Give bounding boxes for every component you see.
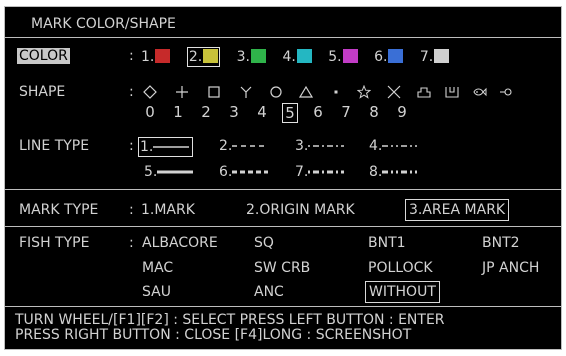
line-sample-solid-thick [157, 170, 194, 174]
shape-number[interactable]: 2 [198, 103, 214, 121]
fish-option[interactable]: SQ [254, 234, 274, 252]
color-swatch-3 [250, 49, 266, 63]
line-sample-dashed-thick [232, 170, 269, 174]
shape-sep: : [129, 84, 134, 100]
triangle-icon[interactable] [299, 85, 313, 99]
color-option-4[interactable]: 4. [282, 48, 312, 66]
fish-option[interactable]: ANC [254, 283, 284, 301]
line-type-option-5[interactable]: 5. [144, 163, 194, 181]
house-icon[interactable] [417, 85, 431, 99]
fish-option[interactable]: ALBACORE [142, 234, 218, 252]
color-option-1[interactable]: 1. [141, 48, 171, 66]
fish-option-selected[interactable]: WITHOUT [365, 281, 440, 303]
color-option-7[interactable]: 7. [420, 48, 450, 66]
star-icon[interactable] [357, 85, 371, 99]
dialog-title: MARK COLOR/SHAPE [31, 16, 176, 32]
fish-option[interactable]: SW CRB [254, 259, 310, 277]
line-sample-dash-dot [308, 145, 345, 147]
line-type-label: LINE TYPE [19, 138, 90, 154]
diamond-icon[interactable] [143, 85, 157, 99]
fish-option[interactable]: JP ANCH [482, 259, 539, 277]
footer-help-line-2: PRESS RIGHT BUTTON : CLOSE [F4]LONG : SC… [15, 327, 412, 343]
y-shape-icon[interactable] [239, 85, 253, 99]
color-swatch-4 [296, 49, 312, 63]
fish-option[interactable]: POLLOCK [368, 259, 433, 277]
mark-type-option-3-selected[interactable]: 3.AREA MARK [405, 199, 510, 221]
shape-number[interactable]: 0 [142, 103, 158, 121]
mark-type-label: MARK TYPE [19, 202, 99, 218]
color-options: 1. 2. 3. 4. 5. 6. 7. [141, 47, 461, 67]
line-sample-dash-dot-dot-thick [382, 170, 419, 174]
shape-numbers: 0 1 2 3 4 5 6 7 8 9 [142, 103, 442, 123]
fish-type-sep: : [129, 235, 134, 251]
color-swatch-5 [342, 49, 358, 63]
fish-type-label: FISH TYPE [19, 235, 90, 251]
color-label: COLOR [17, 48, 70, 64]
shape-label: SHAPE [19, 84, 66, 100]
fish-option[interactable]: MAC [142, 259, 173, 277]
line-type-option-7[interactable]: 7. [295, 163, 345, 181]
shape-number[interactable]: 6 [310, 103, 326, 121]
line-type-sep: : [129, 138, 134, 154]
shape-icons [143, 85, 543, 99]
mark-type-sep: : [129, 202, 134, 218]
circle-icon[interactable] [269, 85, 283, 99]
color-option-3[interactable]: 3. [237, 48, 266, 66]
mark-type-option-1[interactable]: 1.MARK [141, 201, 195, 219]
shape-number[interactable]: 9 [394, 103, 410, 121]
section-divider [5, 226, 561, 227]
color-swatch-7 [434, 49, 450, 63]
line-sample-dash-dot-dot [382, 145, 419, 147]
fish-option[interactable]: BNT2 [482, 234, 520, 252]
x-icon[interactable] [387, 85, 401, 99]
color-swatch-2 [203, 49, 219, 63]
small-circle-icon[interactable] [499, 85, 513, 99]
line-type-option-8[interactable]: 8. [369, 163, 419, 181]
square-icon[interactable] [207, 85, 221, 99]
color-sep: : [129, 48, 134, 64]
fish-icon[interactable] [473, 85, 487, 99]
pillbox-icon[interactable] [445, 85, 459, 99]
line-type-option-3[interactable]: 3. [295, 137, 345, 155]
mark-color-shape-dialog: MARK COLOR/SHAPE COLOR : 1. 2. 3. 4. 5. … [4, 6, 562, 350]
color-option-6[interactable]: 6. [374, 48, 404, 66]
line-sample-dash-dot-thick [308, 170, 345, 174]
shape-number[interactable]: 1 [170, 103, 186, 121]
shape-number[interactable]: 7 [338, 103, 354, 121]
fish-option[interactable]: SAU [142, 283, 171, 301]
fish-option[interactable]: BNT1 [368, 234, 406, 252]
footer-divider [5, 306, 561, 307]
section-divider [5, 189, 561, 190]
mark-type-option-2[interactable]: 2.ORIGIN MARK [246, 201, 355, 219]
color-option-2[interactable]: 2. [186, 47, 221, 67]
line-type-option-6[interactable]: 6. [219, 163, 269, 181]
line-sample-dashed [232, 145, 269, 147]
shape-number[interactable]: 4 [254, 103, 270, 121]
shape-number-selected[interactable]: 5 [282, 103, 298, 123]
line-sample-solid-thin [153, 146, 190, 148]
dot-icon[interactable] [329, 85, 343, 99]
shape-number[interactable]: 3 [226, 103, 242, 121]
shape-number[interactable]: 8 [366, 103, 382, 121]
line-type-option-1[interactable]: 1. [138, 137, 194, 157]
title-divider [5, 37, 561, 38]
plus-icon[interactable] [175, 85, 189, 99]
footer-help-line-1: TURN WHEEL/[F1][F2] : SELECT PRESS LEFT … [15, 312, 445, 328]
color-option-5[interactable]: 5. [328, 48, 358, 66]
color-swatch-6 [388, 49, 404, 63]
line-type-option-2[interactable]: 2. [219, 137, 269, 155]
line-type-option-4[interactable]: 4. [369, 137, 419, 155]
color-swatch-1 [155, 49, 171, 63]
